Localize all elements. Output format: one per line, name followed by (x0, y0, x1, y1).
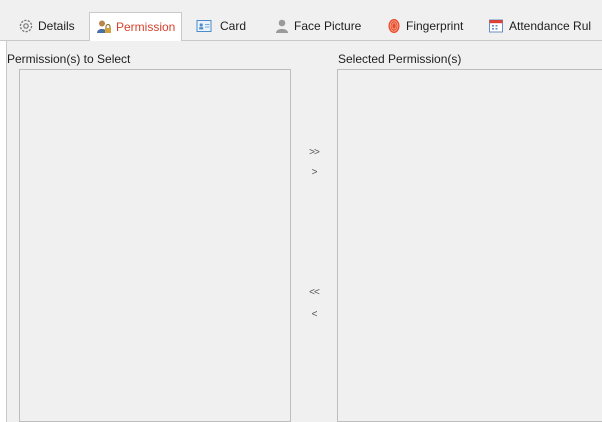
tab-details[interactable]: Details (18, 12, 75, 40)
available-permissions-title: Permission(s) to Select (7, 52, 131, 66)
remove-all-button[interactable]: << (302, 287, 326, 298)
available-permissions-list[interactable] (19, 69, 291, 422)
gear-icon (18, 18, 34, 34)
person-silhouette-icon (274, 18, 290, 34)
fingerprint-icon (386, 18, 402, 34)
add-all-button[interactable]: >> (302, 147, 326, 158)
permission-panel: Permission(s) to Select Selected Permiss… (6, 41, 602, 422)
tab-fingerprint[interactable]: Fingerprint (386, 12, 463, 40)
tab-permission[interactable]: Permission (89, 12, 183, 41)
tab-card[interactable]: Card (196, 12, 246, 40)
tab-face-picture-label: Face Picture (294, 19, 362, 33)
selected-permissions-title: Selected Permission(s) (338, 52, 462, 66)
calendar-icon (488, 18, 504, 34)
user-lock-icon (96, 19, 112, 35)
tab-fingerprint-label: Fingerprint (406, 19, 464, 33)
card-icon (196, 18, 212, 34)
selected-permissions-list[interactable] (337, 69, 602, 422)
tab-permission-label: Permission (116, 20, 176, 34)
remove-selected-button[interactable]: < (302, 309, 326, 320)
tab-details-label: Details (38, 19, 75, 33)
tab-attendance-rule[interactable]: Attendance Rul (488, 12, 591, 40)
tab-face-picture[interactable]: Face Picture (274, 12, 361, 40)
add-selected-button[interactable]: > (302, 167, 326, 178)
tab-card-label: Card (220, 19, 247, 33)
tab-attendance-rule-label: Attendance Rul (509, 19, 592, 33)
tab-bar: Details Permission Card Face Picture Fin… (0, 0, 602, 41)
